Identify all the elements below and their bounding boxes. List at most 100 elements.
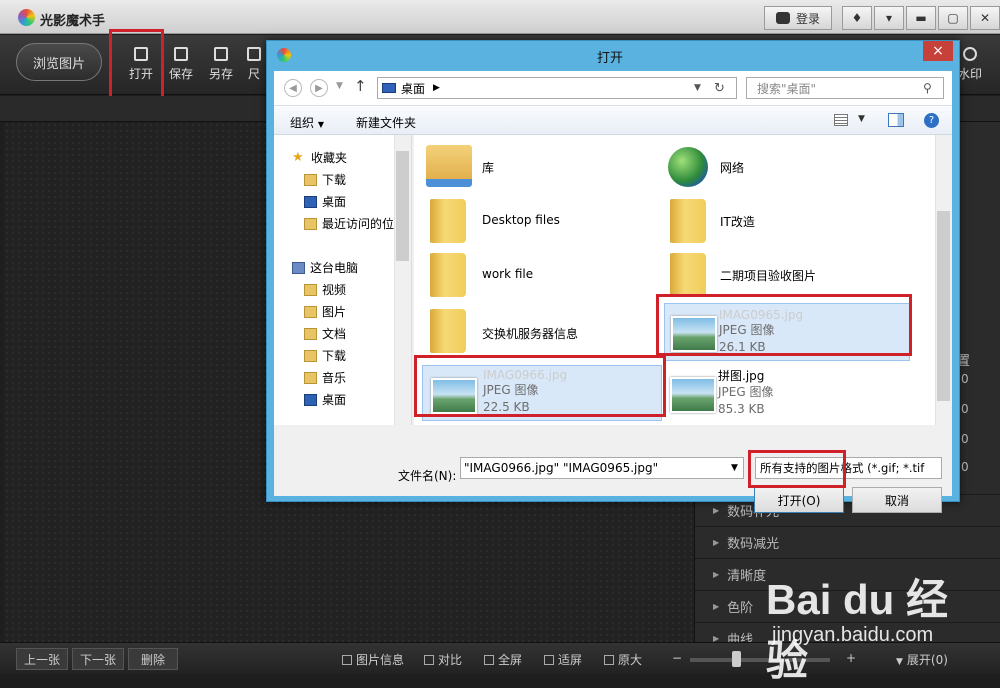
address-bar[interactable]: 桌面 ▶ ▼ ↻ [377, 77, 737, 99]
nav-item-label: 下载 [322, 349, 347, 363]
navigation-pane: ★ 收藏夹 下载 桌面 最近访问的位 这台电脑 视频 图片 文档 下载 音乐 桌面 [274, 135, 412, 425]
login-button[interactable]: 登录 [764, 6, 832, 30]
organize-label: 组织 [290, 116, 315, 130]
folder-item[interactable]: Desktop files [420, 195, 650, 247]
fit-screen-label: 适屏 [558, 653, 583, 667]
original-size-label: 原大 [618, 653, 643, 667]
size-tool-label: 尺 [247, 67, 260, 81]
dialog-body: ◀ ▶ ▼ ↑ 桌面 ▶ ▼ ↻ 搜索"桌面" ⚲ 组织 ▼ 新建文件夹 ▼ ? [274, 71, 952, 513]
star-icon: ★ [292, 149, 304, 165]
nav-videos[interactable]: 视频 [304, 281, 346, 298]
browse-images-button[interactable]: 浏览图片 [16, 43, 102, 81]
zoom-out-button[interactable]: − [672, 651, 682, 665]
nav-favorites[interactable]: ★ 收藏夹 [292, 149, 347, 166]
highlight-imag0965 [656, 294, 912, 356]
new-folder-button[interactable]: 新建文件夹 [356, 114, 416, 131]
minimize-button[interactable]: ▬ [906, 6, 936, 30]
open-file-dialog: 打开 × ◀ ▶ ▼ ↑ 桌面 ▶ ▼ ↻ 搜索"桌面" ⚲ 组织 ▼ 新建文件… [266, 40, 960, 513]
open-button[interactable]: 打开(O) [754, 487, 844, 513]
nav-pc-downloads[interactable]: 下载 [304, 347, 346, 364]
view-dropdown-icon[interactable]: ▼ [858, 114, 865, 124]
picture-folder-icon [304, 305, 317, 318]
nav-item-label: 桌面 [322, 195, 347, 209]
folder-item[interactable]: 交换机服务器信息 [420, 303, 650, 355]
nav-this-pc[interactable]: 这台电脑 [292, 259, 358, 276]
expand-arrow-icon: ▶ [713, 570, 720, 579]
chevron-down-icon[interactable]: ▼ [731, 463, 738, 473]
filename-value: "IMAG0966.jpg" "IMAG0965.jpg" [464, 461, 659, 475]
search-input[interactable]: 搜索"桌面" ⚲ [746, 77, 944, 99]
save-as-tool-label: 另存 [208, 67, 233, 81]
file-name: 拼图.jpg [718, 369, 765, 383]
file-scrollbar-thumb[interactable] [937, 211, 950, 401]
fit-screen-button[interactable]: 适屏 [544, 651, 582, 668]
image-info-button[interactable]: 图片信息 [342, 651, 404, 668]
app-title: 光影魔术手 [40, 14, 106, 29]
nav-pictures[interactable]: 图片 [304, 303, 346, 320]
refresh-icon[interactable]: ↻ [714, 81, 725, 96]
nav-downloads[interactable]: 下载 [304, 171, 346, 188]
dialog-titlebar[interactable]: 打开 × [267, 41, 959, 69]
maximize-button[interactable]: ▢ [938, 6, 968, 30]
menu-button[interactable]: ▾ [874, 6, 904, 30]
search-placeholder: 搜索"桌面" [757, 81, 817, 96]
up-arrow-icon[interactable]: ↑ [354, 77, 367, 95]
next-image-button[interactable]: 下一张 [72, 648, 124, 670]
forward-button[interactable]: ▶ [310, 79, 328, 97]
expand-arrow-icon: ▶ [713, 506, 720, 515]
prev-image-button[interactable]: 上一张 [16, 648, 68, 670]
expand-arrow-icon: ▶ [713, 538, 720, 547]
network-icon [668, 147, 708, 187]
nav-scrollbar-thumb[interactable] [396, 151, 409, 261]
original-size-icon [604, 655, 614, 665]
file-name: Desktop files [482, 213, 560, 227]
file-item[interactable]: 拼图.jpg JPEG 图像 85.3 KB [664, 365, 894, 421]
fit-icon [544, 655, 554, 665]
view-options-icon[interactable] [834, 114, 848, 126]
file-item-library[interactable]: 库 [420, 141, 650, 193]
recent-places-icon [304, 217, 317, 230]
nav-recent[interactable]: 最近访问的位 [304, 215, 394, 232]
delete-button[interactable]: 删除 [128, 648, 178, 670]
organize-menu[interactable]: 组织 ▼ [290, 114, 324, 131]
nav-item-label: 下载 [322, 173, 347, 187]
save-as-tool-button[interactable]: 另存 [203, 43, 239, 87]
close-button[interactable]: ✕ [970, 6, 1000, 30]
size-tool-button[interactable]: 尺 [243, 43, 265, 87]
file-item-network[interactable]: 网络 [664, 141, 894, 193]
file-name: work file [482, 267, 534, 281]
chevron-down-icon: ▼ [317, 120, 324, 129]
jpeg-image-icon [670, 377, 716, 413]
original-size-button[interactable]: 原大 [604, 651, 642, 668]
filename-input[interactable]: "IMAG0966.jpg" "IMAG0965.jpg" ▼ [460, 457, 744, 479]
panel-item-reduce-light[interactable]: ▶ 数码减光 [695, 526, 1000, 558]
menu-icon: ▾ [885, 11, 893, 25]
folder-item[interactable]: work file [420, 249, 650, 301]
nav-music[interactable]: 音乐 [304, 369, 346, 386]
cancel-button[interactable]: 取消 [852, 487, 942, 513]
document-folder-icon [304, 327, 317, 340]
back-arrow-icon: ◀ [289, 82, 297, 94]
folder-item[interactable]: IT改造 [664, 195, 894, 247]
zoom-slider-handle[interactable] [732, 651, 741, 667]
command-bar: 组织 ▼ 新建文件夹 ▼ ? [274, 105, 952, 135]
panel-value: 0 [961, 402, 969, 416]
fullscreen-button[interactable]: 全屏 [484, 651, 522, 668]
save-tool-button[interactable]: 保存 [163, 43, 199, 87]
shirt-icon: ♦ [851, 11, 863, 25]
nav-pc-desktop[interactable]: 桌面 [304, 391, 346, 408]
nav-documents[interactable]: 文档 [304, 325, 346, 342]
preview-pane-icon[interactable] [888, 113, 904, 127]
nav-desktop[interactable]: 桌面 [304, 193, 346, 210]
music-folder-icon [304, 371, 317, 384]
back-button[interactable]: ◀ [284, 79, 302, 97]
address-dropdown-icon[interactable]: ▼ [694, 83, 701, 93]
maximize-icon: ▢ [947, 11, 959, 25]
nav-favorites-label: 收藏夹 [311, 151, 348, 165]
compare-button[interactable]: 对比 [424, 651, 462, 668]
help-icon[interactable]: ? [924, 113, 939, 128]
recent-dropdown-icon[interactable]: ▼ [336, 81, 343, 91]
dialog-close-button[interactable]: × [923, 41, 953, 61]
dialog-app-icon [277, 48, 291, 62]
skin-button[interactable]: ♦ [842, 6, 872, 30]
